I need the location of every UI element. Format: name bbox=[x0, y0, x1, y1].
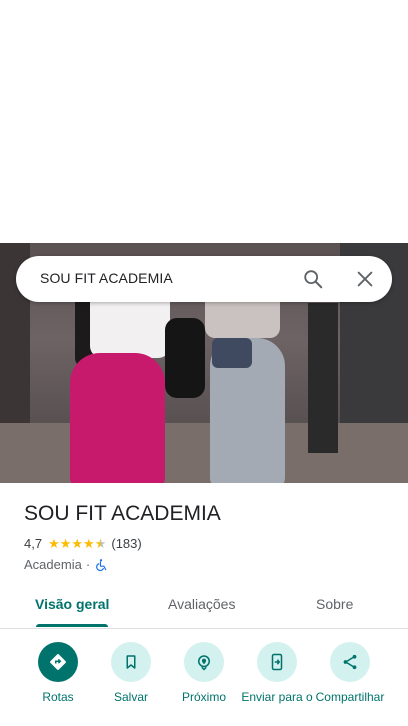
tab-about[interactable]: Sobre bbox=[316, 596, 353, 612]
place-category: Academia bbox=[24, 557, 82, 572]
directions-icon bbox=[50, 654, 66, 670]
place-title: SOU FIT ACADEMIA bbox=[24, 502, 221, 525]
photo-gym-rack bbox=[308, 303, 338, 453]
bookmark-icon bbox=[126, 655, 136, 669]
search-icon[interactable] bbox=[302, 268, 324, 290]
star-icon: ★ bbox=[48, 536, 60, 551]
star-icon: ★ bbox=[59, 536, 72, 551]
category-row: Academia · bbox=[24, 557, 108, 572]
search-input[interactable]: SOU FIT ACADEMIA bbox=[40, 270, 173, 286]
nearby-pin-icon bbox=[198, 655, 210, 671]
separator-dot: · bbox=[85, 557, 91, 572]
place-tabs: Visão geral Avaliações Sobre bbox=[0, 588, 408, 629]
search-bar[interactable]: SOU FIT ACADEMIA bbox=[16, 256, 392, 302]
photo-floor bbox=[0, 423, 408, 483]
send-to-phone-icon bbox=[271, 653, 283, 671]
directions-label: Rotas bbox=[42, 690, 74, 704]
directions-button[interactable]: Rotas bbox=[20, 642, 96, 704]
photo-bag bbox=[165, 318, 205, 398]
half-star-icon: ★ bbox=[94, 536, 107, 551]
tab-indicator bbox=[36, 624, 108, 627]
tab-overview[interactable]: Visão geral bbox=[35, 596, 109, 612]
star-icon: ★ bbox=[71, 536, 84, 551]
wheelchair-accessible-icon bbox=[96, 558, 107, 571]
save-button[interactable]: Salvar bbox=[93, 642, 169, 704]
save-label: Salvar bbox=[113, 690, 148, 704]
share-button[interactable]: Compartilhar bbox=[312, 642, 388, 704]
action-buttons: Rotas Salvar Próximo Enviar para o Compa… bbox=[0, 640, 408, 726]
rating-value: 4,7 bbox=[24, 536, 43, 551]
share-icon bbox=[343, 654, 357, 670]
send-to-phone-circle bbox=[257, 642, 297, 682]
send-to-phone-label: Enviar para o bbox=[241, 690, 313, 704]
directions-circle bbox=[38, 642, 78, 682]
nearby-circle bbox=[184, 642, 224, 682]
tab-reviews[interactable]: Avaliações bbox=[168, 596, 235, 612]
rating-row[interactable]: 4,7 ★ ★ ★ ★ ★ (183) bbox=[24, 536, 142, 551]
star-icon: ★ bbox=[83, 536, 95, 551]
map-blank-area bbox=[0, 0, 408, 243]
rating-stars: ★ ★ ★ ★ ★ bbox=[48, 537, 106, 550]
share-circle bbox=[330, 642, 370, 682]
close-icon[interactable] bbox=[354, 268, 376, 290]
photo-person bbox=[70, 353, 165, 483]
send-to-phone-button[interactable]: Enviar para o bbox=[239, 642, 315, 704]
photo-person bbox=[212, 338, 252, 368]
nearby-button[interactable]: Próximo bbox=[166, 642, 242, 704]
nearby-label: Próximo bbox=[181, 690, 226, 704]
review-count: (183) bbox=[111, 536, 142, 551]
save-circle bbox=[111, 642, 151, 682]
share-label: Compartilhar bbox=[315, 690, 385, 704]
